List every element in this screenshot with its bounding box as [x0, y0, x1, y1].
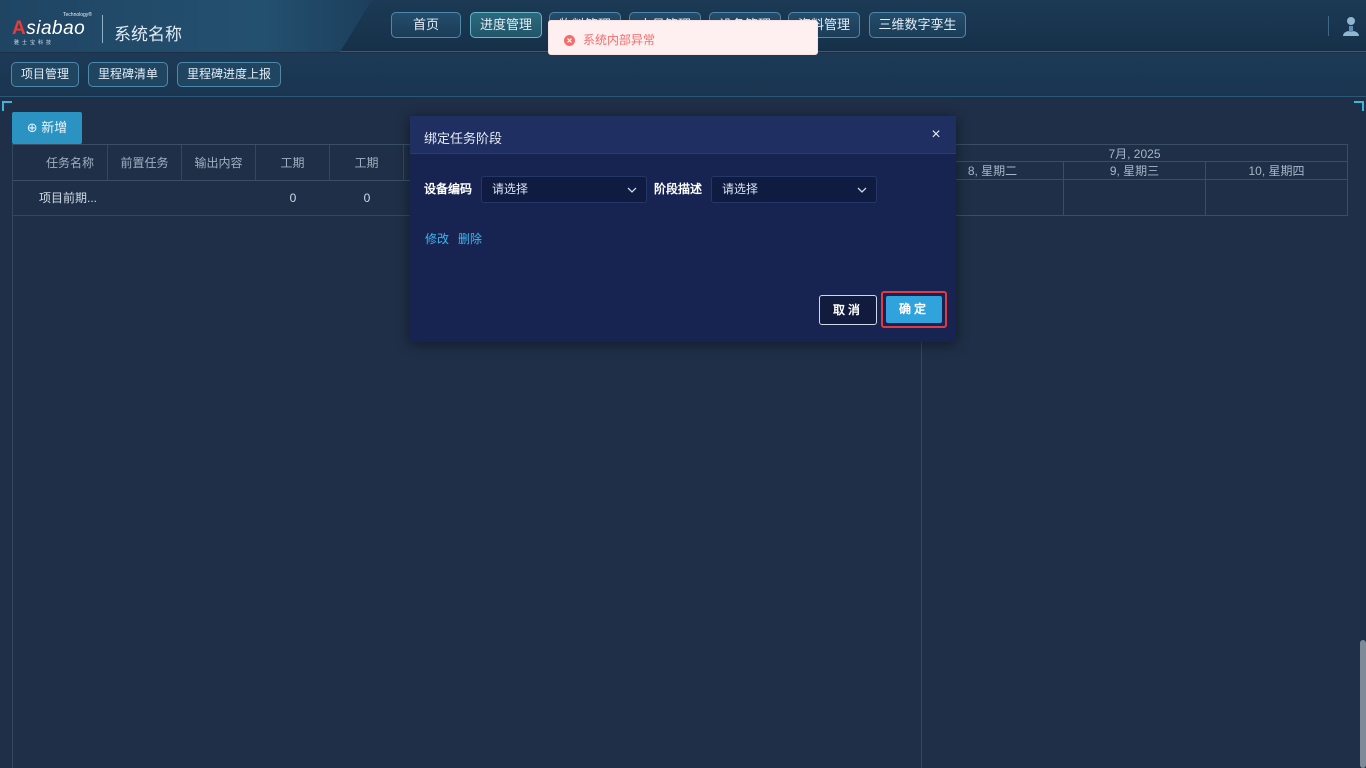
gantt-month-header: 7月, 2025	[922, 144, 1348, 162]
error-toast: 系统内部异常	[548, 20, 818, 55]
device-code-label: 设备编码	[424, 182, 473, 196]
column-header-duration-1[interactable]: 工期	[256, 145, 330, 181]
system-name: 系统名称	[114, 25, 182, 44]
cancel-button[interactable]: 取消	[819, 295, 877, 325]
company-logo: Technology® Asiabao 雅士宝科技	[12, 12, 92, 46]
column-header-task-name[interactable]: 任务名称	[33, 145, 108, 181]
gantt-day-header: 9, 星期三	[1064, 162, 1206, 180]
nav-item-digital-twin[interactable]: 三维数字孪生	[869, 12, 966, 38]
delete-link[interactable]: 删除	[458, 230, 482, 247]
column-header-predecessor[interactable]: 前置任务	[108, 145, 182, 181]
edit-link[interactable]: 修改	[425, 230, 449, 247]
vertical-scrollbar[interactable]	[1360, 640, 1366, 768]
chevron-down-icon	[856, 181, 868, 197]
chevron-down-icon	[626, 181, 638, 197]
subnav-item-milestone-report[interactable]: 里程碑进度上报	[177, 62, 282, 87]
confirm-button[interactable]: 确定	[886, 296, 942, 323]
close-icon[interactable]: ×	[926, 125, 946, 145]
device-code-placeholder: 请选择	[492, 182, 529, 196]
gantt-timeline: 7月, 2025 8, 星期二 9, 星期三 10, 星期四	[922, 144, 1348, 768]
cell-task-name: 项目前期...	[39, 191, 98, 205]
logo-wordmark: Asiabao	[12, 18, 86, 39]
stage-description-label: 阶段描述	[654, 182, 703, 196]
gantt-cell	[1064, 180, 1206, 216]
cell-duration-2: 0	[363, 191, 371, 205]
logo-subtitle: 雅士宝科技	[14, 40, 55, 46]
cell-predecessor	[108, 181, 182, 215]
bind-task-stage-dialog: 绑定任务阶段 × 设备编码 请选择 阶段描述 请选择 修改 删除 取消 确定	[410, 116, 956, 342]
confirm-button-highlight: 确定	[881, 291, 947, 328]
cell-output	[182, 181, 256, 215]
subnav-item-milestones[interactable]: 里程碑清单	[88, 62, 169, 87]
device-code-select[interactable]: 请选择	[481, 176, 647, 203]
dialog-title: 绑定任务阶段	[424, 131, 503, 146]
column-header-duration-2[interactable]: 工期	[330, 145, 404, 181]
cell-duration-1: 0	[289, 191, 297, 205]
frame-corner-top-left	[2, 101, 12, 111]
error-circle-icon	[564, 33, 575, 46]
column-header-output[interactable]: 输出内容	[182, 145, 256, 181]
nav-item-home[interactable]: 首页	[391, 12, 461, 38]
stage-description-placeholder: 请选择	[722, 182, 759, 196]
nav-item-progress[interactable]: 进度管理	[470, 12, 542, 38]
sub-nav: 项目管理 里程碑清单 里程碑进度上报	[0, 53, 1366, 97]
brand-divider	[102, 15, 103, 43]
dialog-header: 绑定任务阶段 ×	[410, 116, 956, 154]
gantt-cell	[1206, 180, 1348, 216]
add-button[interactable]: ⊕ 新增	[12, 112, 82, 144]
frame-corner-top-right	[1354, 101, 1364, 111]
stage-description-select[interactable]: 请选择	[711, 176, 877, 203]
header-separator	[1328, 16, 1329, 36]
user-avatar-icon[interactable]	[1340, 14, 1362, 38]
subnav-item-projects[interactable]: 项目管理	[11, 62, 80, 87]
toast-message: 系统内部异常	[583, 33, 656, 47]
gantt-day-header: 10, 星期四	[1206, 162, 1348, 180]
